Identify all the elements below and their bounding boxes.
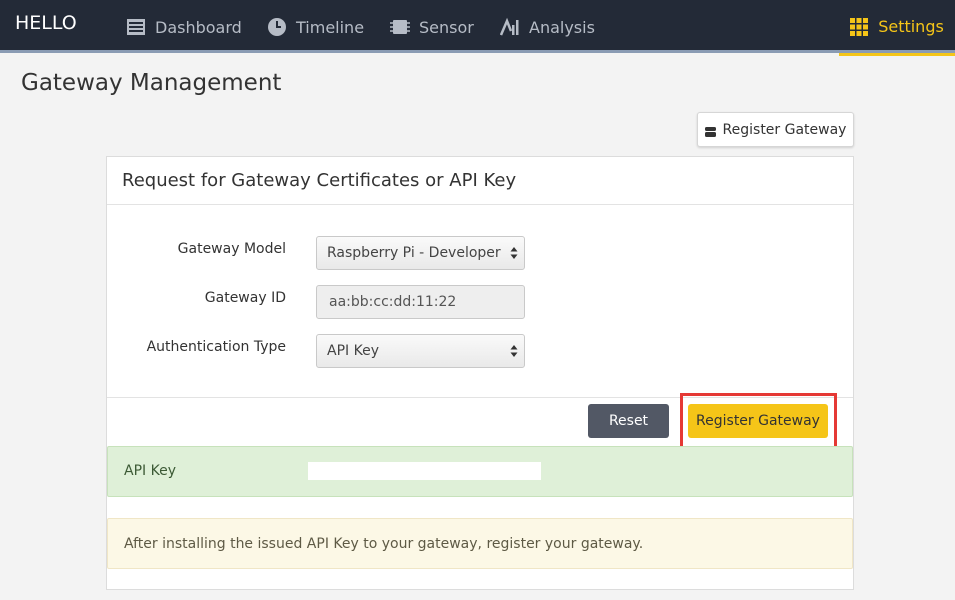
nav-settings[interactable]: Settings bbox=[839, 0, 955, 56]
gateway-model-value: Raspberry Pi - Developer bbox=[327, 245, 501, 261]
top-navbar: HELLO Dashboard Timeline Sensor Analysis bbox=[0, 0, 955, 56]
register-gateway-top-button[interactable]: Register Gateway bbox=[697, 112, 854, 147]
gateway-id-field[interactable]: aa:bb:cc:dd:11:22 bbox=[316, 285, 525, 319]
auth-type-label: Authentication Type bbox=[146, 339, 286, 355]
analysis-icon bbox=[499, 17, 520, 37]
nav-sensor[interactable]: Sensor bbox=[390, 15, 474, 39]
nav-sensor-label: Sensor bbox=[419, 17, 474, 37]
clock-icon bbox=[267, 17, 287, 37]
nav-timeline[interactable]: Timeline bbox=[267, 15, 364, 39]
nav-dashboard-label: Dashboard bbox=[155, 17, 242, 37]
gateway-model-select[interactable]: Raspberry Pi - Developer bbox=[316, 236, 525, 270]
auth-type-value: API Key bbox=[327, 343, 379, 359]
nav-dashboard[interactable]: Dashboard bbox=[126, 15, 242, 39]
nav-timeline-label: Timeline bbox=[296, 17, 365, 37]
register-gateway-button[interactable]: Register Gateway bbox=[688, 404, 828, 438]
page-title: Gateway Management bbox=[21, 70, 282, 96]
brand-logo[interactable]: HELLO bbox=[15, 12, 77, 34]
auth-type-select[interactable]: API Key bbox=[316, 334, 525, 368]
api-key-value bbox=[308, 462, 541, 480]
dashboard-icon bbox=[126, 17, 146, 37]
nav-settings-label: Settings bbox=[878, 17, 944, 36]
chip-icon bbox=[390, 17, 410, 37]
register-gateway-top-label: Register Gateway bbox=[722, 121, 847, 138]
panel-heading: Request for Gateway Certificates or API … bbox=[107, 157, 853, 205]
gateway-icon bbox=[704, 125, 716, 137]
gateway-id-label: Gateway ID bbox=[204, 290, 286, 306]
reset-button[interactable]: Reset bbox=[588, 404, 669, 438]
nav-analysis[interactable]: Analysis bbox=[499, 15, 595, 39]
select-arrows-icon bbox=[510, 344, 518, 358]
select-arrows-icon bbox=[510, 246, 518, 260]
api-key-label: API Key bbox=[124, 463, 176, 479]
nav-analysis-label: Analysis bbox=[529, 17, 595, 37]
grid-icon bbox=[850, 17, 869, 36]
gateway-model-label: Gateway Model bbox=[177, 241, 286, 257]
api-key-alert: API Key bbox=[107, 446, 853, 497]
register-notice: After installing the issued API Key to y… bbox=[107, 518, 853, 569]
gateway-request-panel: Request for Gateway Certificates or API … bbox=[106, 156, 854, 590]
